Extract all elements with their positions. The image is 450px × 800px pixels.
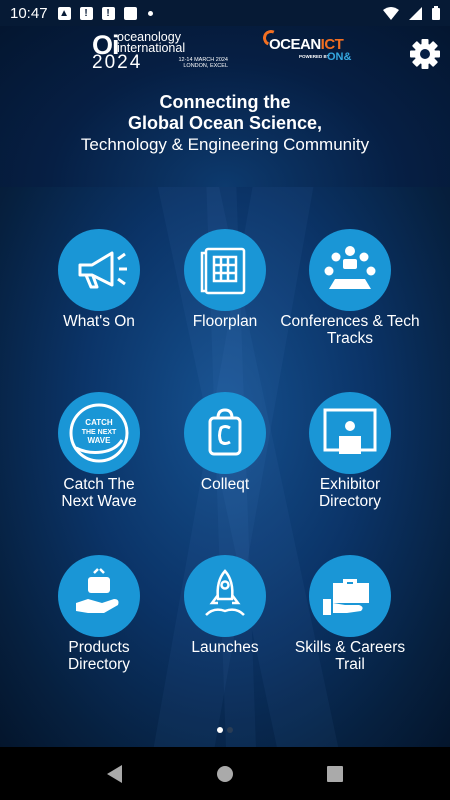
back-button[interactable] [105, 764, 125, 784]
oceanology-international-logo: Oi oceanology international 2024 12-14 M… [92, 30, 232, 74]
more-notifications-icon [147, 10, 153, 16]
tile-label: Exhibitor Directory [318, 476, 381, 510]
tile-label: Conferences & Tech Tracks [280, 313, 420, 347]
system-navigation-bar [0, 747, 450, 800]
menu-grid: What's On Floorplan Conferences & Tech T… [0, 187, 450, 747]
signal-icon [409, 6, 422, 20]
app-header: Oi oceanology international 2024 12-14 M… [0, 26, 450, 187]
megaphone-icon [58, 229, 140, 311]
rocket-icon [184, 555, 266, 637]
oceanict-logo: OCEANICT POWERED BY ON& [260, 27, 363, 70]
briefcase-hand-icon [309, 555, 391, 637]
clock: 10:47 [10, 4, 48, 22]
svg-text:WAVE: WAVE [88, 436, 112, 445]
logo-year: 2024 [92, 52, 143, 73]
on-and-logo: ON& [327, 51, 352, 63]
message-notification-icon: ! [101, 6, 115, 20]
tagline-line-3: Technology & Engineering Community [80, 135, 370, 154]
page-dot[interactable] [227, 727, 233, 733]
home-icon [217, 765, 233, 782]
tile-exhibitor-directory[interactable]: Exhibitor Directory [275, 350, 425, 510]
tagline-line-1: Connecting the [159, 92, 291, 112]
tagline: Connecting the Global Ocean Science, Tec… [0, 92, 450, 155]
home-button[interactable] [215, 764, 235, 784]
conference-icon [309, 229, 391, 311]
tagline-line-2: Global Ocean Science, [127, 113, 323, 133]
settings-button[interactable] [408, 37, 442, 71]
wifi-icon [383, 6, 399, 20]
image-notification-icon: ▲ [57, 6, 71, 20]
status-bar: 10:47 ▲ ! ! [0, 0, 450, 26]
tile-conferences[interactable]: Conferences & Tech Tracks [275, 187, 425, 347]
colleqt-bag-icon [184, 392, 266, 474]
page-indicator [0, 727, 450, 733]
hand-product-icon [58, 555, 140, 637]
svg-text:THE NEXT: THE NEXT [82, 429, 117, 436]
floorplan-icon [184, 229, 266, 311]
recents-icon [327, 765, 343, 782]
gear-icon [410, 39, 440, 69]
message-notification-icon: ! [79, 6, 93, 20]
sd-card-icon [123, 6, 137, 20]
back-icon [107, 764, 122, 783]
logo-location: LONDON, EXCEL [183, 63, 228, 69]
battery-icon [432, 6, 440, 20]
page-dot-active[interactable] [217, 727, 223, 733]
wave-logo-icon: CATCH THE NEXT WAVE [58, 392, 140, 474]
powered-by-text: POWERED BY [299, 54, 330, 59]
recents-button[interactable] [325, 764, 345, 784]
tile-skills-careers-trail[interactable]: Skills & Careers Trail [275, 513, 425, 673]
tile-label: Skills & Careers Trail [294, 639, 406, 673]
presenter-screen-icon [309, 392, 391, 474]
svg-text:CATCH: CATCH [85, 418, 113, 427]
